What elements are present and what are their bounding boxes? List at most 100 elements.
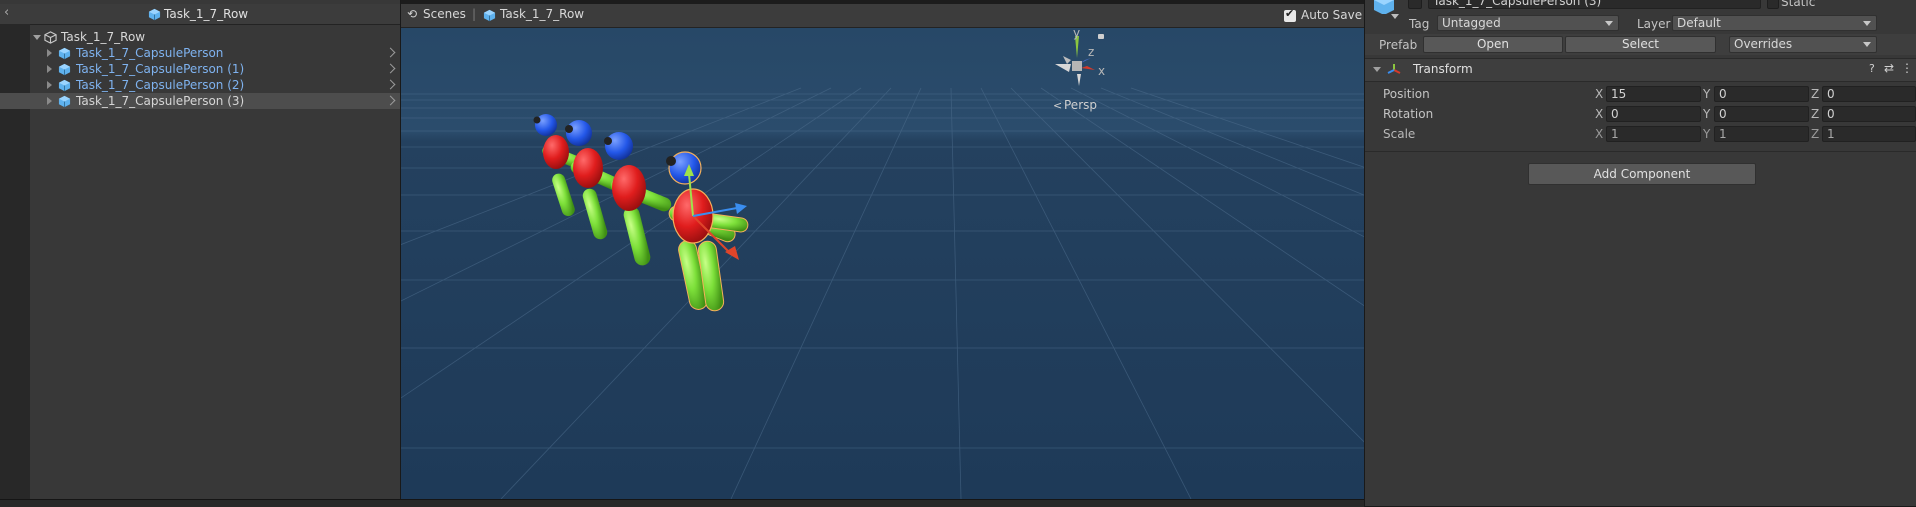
rotation-label: Rotation: [1383, 107, 1434, 121]
hierarchy-item-label: Task_1_7_CapsulePerson (3): [76, 94, 245, 108]
prefab-cube-icon: [148, 8, 161, 21]
chevron-right-icon[interactable]: [385, 79, 396, 90]
scale-z-field[interactable]: 1: [1822, 126, 1916, 142]
gameobject-cube-icon: [44, 31, 57, 44]
hierarchy-item[interactable]: Task_1_7_CapsulePerson: [0, 45, 400, 61]
preset-icon[interactable]: ⇄: [1884, 61, 1894, 75]
capsule-eye: [604, 137, 612, 145]
object-name-text: Task_1_7_CapsulePerson (3): [1433, 0, 1602, 8]
breadcrumb-current[interactable]: Task_1_7_Row: [500, 7, 584, 21]
layer-label: Layer: [1637, 17, 1671, 31]
checkmark-icon: ✔: [1410, 0, 1418, 3]
persp-icon: <: [1053, 99, 1063, 112]
rotation-y-field[interactable]: 0: [1714, 106, 1809, 122]
position-x-field[interactable]: 15: [1606, 86, 1701, 102]
chevron-right-icon[interactable]: [385, 47, 396, 58]
prefab-cube-icon: [58, 47, 71, 60]
hierarchy-header: ‹ Task_1_7_Row: [0, 4, 400, 25]
prefab-select-button[interactable]: Select: [1565, 36, 1716, 53]
position-x-axis-label[interactable]: X: [1595, 87, 1603, 101]
collapse-arrow-icon[interactable]: [47, 97, 52, 105]
capsule-head: [566, 120, 592, 146]
hierarchy-item-label: Task_1_7_CapsulePerson (2): [76, 78, 245, 92]
gizmo-center-cube[interactable]: [1072, 61, 1082, 71]
auto-save-checkbox[interactable]: ✔: [1284, 7, 1296, 22]
object-name-field[interactable]: Task_1_7_CapsulePerson (3): [1428, 0, 1761, 9]
scale-y-field[interactable]: 1: [1714, 126, 1809, 142]
scale-x-value: 1: [1611, 127, 1619, 141]
expand-arrow-icon[interactable]: [33, 35, 41, 40]
gizmo-label-z: z: [1088, 45, 1095, 59]
hierarchy-item[interactable]: Task_1_7_CapsulePerson (1): [0, 61, 400, 77]
rotation-x-field[interactable]: 0: [1606, 106, 1701, 122]
position-y-value: 0: [1719, 87, 1727, 101]
collapse-arrow-icon[interactable]: [47, 81, 52, 89]
hierarchy-title: Task_1_7_Row: [164, 7, 249, 21]
capsule-body: [543, 135, 569, 169]
scene-viewport[interactable]: y z x < Persp: [401, 28, 1364, 499]
capsule-eye: [565, 125, 573, 133]
layer-dropdown[interactable]: Default: [1672, 15, 1877, 31]
position-z-axis-label[interactable]: Z: [1811, 87, 1819, 101]
prefab-overrides-dropdown[interactable]: Overrides: [1729, 36, 1877, 53]
rotation-z-value: 0: [1827, 107, 1835, 121]
hierarchy-panel: ‹ Task_1_7_Row Task_1_7_Row Task_1_7_Cap…: [0, 0, 400, 499]
chevron-right-icon[interactable]: [385, 63, 396, 74]
scale-x-axis-label[interactable]: X: [1595, 127, 1603, 141]
foldout-arrow-icon[interactable]: [1373, 67, 1381, 72]
hierarchy-root-row[interactable]: Task_1_7_Row: [0, 29, 400, 45]
capsule-body: [612, 165, 646, 211]
gizmo-label-y: y: [1073, 28, 1081, 40]
orientation-gizmo[interactable]: y z x: [1041, 28, 1161, 98]
position-x-value: 15: [1611, 87, 1627, 101]
prefab-open-button[interactable]: Open: [1423, 36, 1563, 53]
rotation-x-axis-label[interactable]: X: [1595, 107, 1603, 121]
position-y-field[interactable]: 0: [1714, 86, 1809, 102]
scene-background: [401, 28, 1364, 499]
gizmo-axis-neg-z-cone[interactable]: [1063, 56, 1071, 64]
gizmo-axis-x-cone[interactable]: [1081, 66, 1095, 70]
collapse-arrow-icon[interactable]: [47, 49, 52, 57]
icon-dropdown-caret[interactable]: [1391, 14, 1399, 19]
gizmo-label-x: x: [1098, 64, 1106, 78]
gizmo-axis-neg-x-cone[interactable]: [1055, 64, 1071, 72]
scene-render[interactable]: [401, 28, 1364, 499]
tag-value: Untagged: [1442, 16, 1501, 30]
help-icon[interactable]: ?: [1869, 62, 1875, 75]
scenes-icon: ⟲: [407, 7, 418, 21]
static-checkbox[interactable]: [1767, 0, 1779, 9]
breadcrumb-scenes[interactable]: Scenes: [423, 7, 466, 21]
transform-title: Transform: [1413, 62, 1473, 76]
chevron-right-icon[interactable]: [385, 95, 396, 106]
collapse-arrow-icon[interactable]: [47, 65, 52, 73]
capsule-eye: [666, 156, 676, 166]
inspector-panel: ✔ Task_1_7_CapsulePerson (3) Static Tag …: [1365, 0, 1916, 506]
position-y-axis-label[interactable]: Y: [1703, 87, 1710, 101]
back-arrow-icon[interactable]: ‹: [4, 5, 9, 20]
lock-icon[interactable]: [1098, 34, 1104, 39]
chevron-down-icon: [1605, 21, 1613, 26]
projection-label[interactable]: Persp: [1064, 98, 1097, 112]
position-z-field[interactable]: 0: [1822, 86, 1916, 102]
active-checkbox[interactable]: ✔: [1408, 0, 1422, 9]
rotation-z-field[interactable]: 0: [1822, 106, 1916, 122]
scale-x-field[interactable]: 1: [1606, 126, 1701, 142]
prefab-label: Prefab: [1379, 38, 1418, 52]
more-options-icon[interactable]: ⋮: [1901, 61, 1913, 75]
scale-z-axis-label[interactable]: Z: [1811, 127, 1819, 141]
capsule-eye: [533, 116, 541, 124]
add-component-button[interactable]: Add Component: [1528, 163, 1756, 185]
scale-label: Scale: [1383, 127, 1416, 141]
chevron-down-icon: [1863, 21, 1871, 26]
scale-y-axis-label[interactable]: Y: [1703, 127, 1710, 141]
capsule-head: [668, 151, 702, 185]
rotation-y-axis-label[interactable]: Y: [1703, 107, 1710, 121]
position-z-value: 0: [1827, 87, 1835, 101]
tag-dropdown[interactable]: Untagged: [1437, 15, 1619, 31]
gizmo-axis-neg-y-cone[interactable]: [1077, 74, 1081, 86]
capsule-body: [573, 148, 603, 188]
hierarchy-root-label: Task_1_7_Row: [61, 30, 146, 44]
hierarchy-item-selected[interactable]: Task_1_7_CapsulePerson (3): [0, 93, 400, 109]
hierarchy-item[interactable]: Task_1_7_CapsulePerson (2): [0, 77, 400, 93]
rotation-z-axis-label[interactable]: Z: [1811, 107, 1819, 121]
